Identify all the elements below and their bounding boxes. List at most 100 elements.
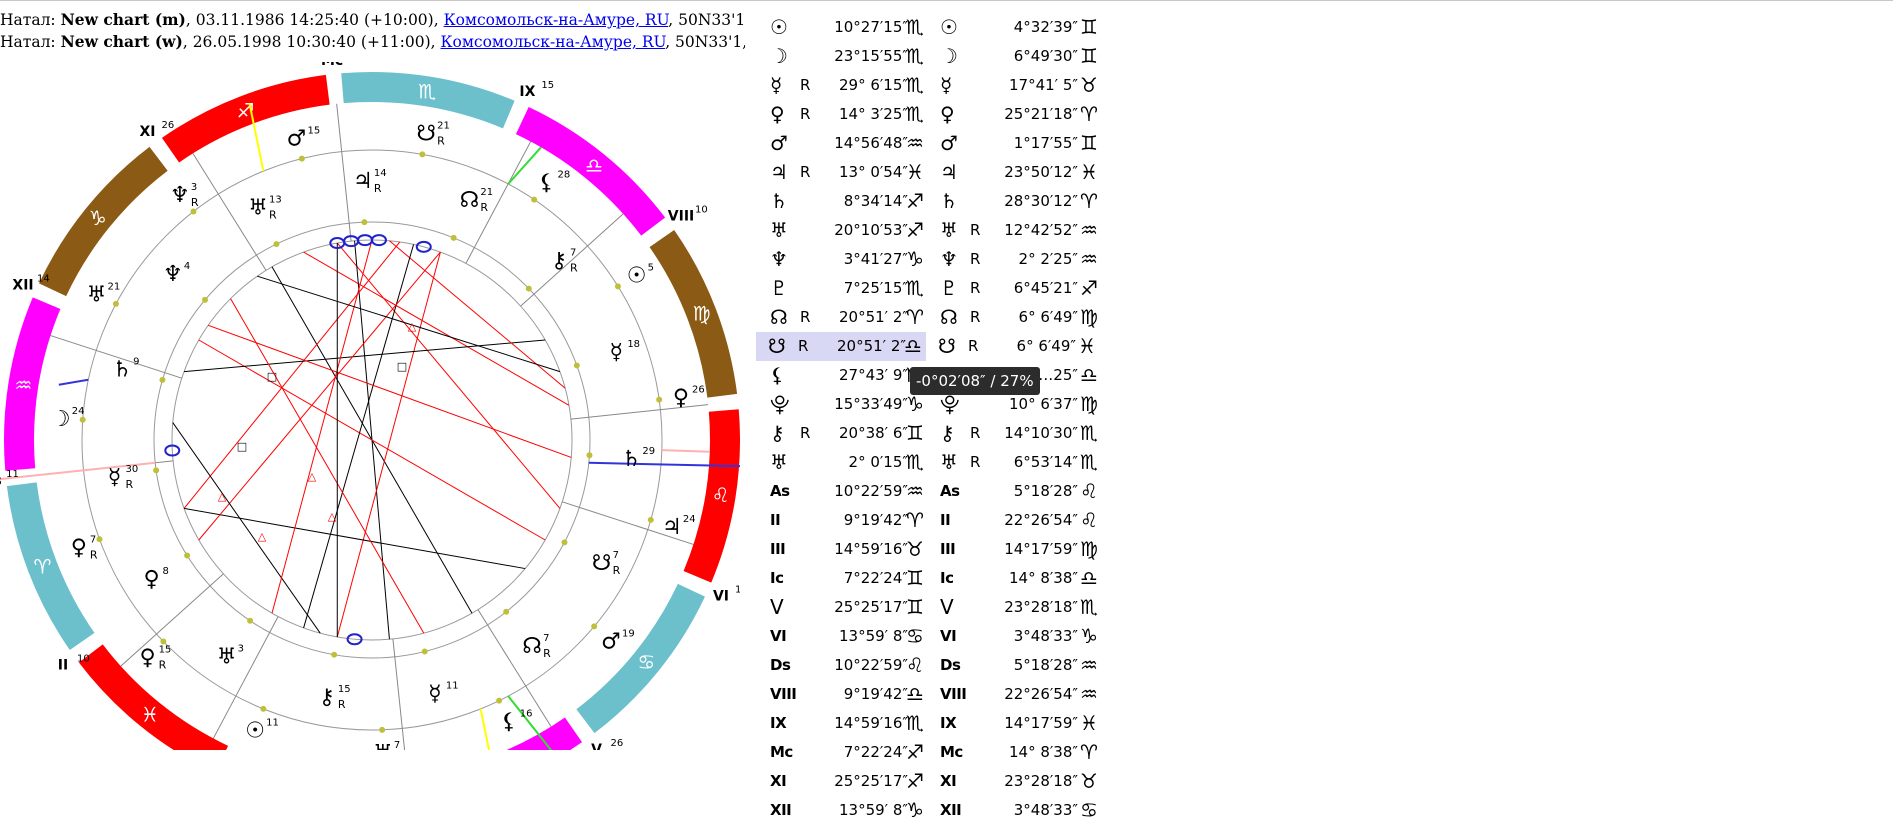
body-glyph: ☊: [940, 305, 958, 329]
table-row[interactable]: ♅ 2° 0′15″ ♏ ♅ R 6°53′14″ ♏: [758, 448, 1098, 477]
table-row[interactable]: VI 13°59′ 8″ ♋ VI 3°48′33″ ♑: [758, 622, 1098, 651]
table-row[interactable]: III 14°59′16″ ♉ III 14°17′59″ ♍: [758, 535, 1098, 564]
position-value: 25°25′17″: [834, 772, 908, 790]
position-value: 23°50′12″: [1004, 163, 1078, 181]
planet-marker: [656, 396, 663, 403]
position-value: 14° 3′25″: [839, 105, 908, 123]
table-row[interactable]: ♅ 20°10′53″ ♐ ♅ R 12°42′52″ ♒: [758, 216, 1098, 245]
position-value: 13° 0′54″: [839, 163, 908, 181]
header-prefix: Натал:: [0, 11, 61, 29]
sign-glyph: ♎: [1080, 363, 1098, 387]
sign-glyph: ♈: [1080, 102, 1098, 126]
synastry-chart-wheel[interactable]: ♒♑♐♏♎♍♌♋♊♈♓♈As11XII14XI26Mc8IX15VIII10Ds…: [0, 62, 740, 750]
body-glyph: ☽: [940, 44, 958, 68]
header-prefix: Натал:: [0, 33, 61, 51]
planet-glyph: ♅: [373, 741, 393, 750]
table-row[interactable]: ♄ 8°34′14″ ♐ ♄ 28°30′12″ ♈: [758, 187, 1098, 216]
planet-marker: [298, 155, 305, 162]
planet-glyph: ⚸: [538, 170, 554, 195]
table-row[interactable]: As 10°22′59″ ♒ As 5°18′28″ ♌: [758, 477, 1098, 506]
sign-glyph: ♓: [1078, 334, 1096, 358]
chart-name: New chart (m): [60, 10, 186, 29]
table-row[interactable]: VIII 9°19′42″ ♎ VIII 22°26′54″ ♒: [758, 680, 1098, 709]
sign-glyph: ♐: [906, 769, 924, 793]
position-value: 7°22′24″: [843, 569, 908, 587]
table-row[interactable]: ♃ R 13° 0′54″ ♓ ♃ 23°50′12″ ♓: [758, 158, 1098, 187]
planet-marker: [190, 208, 197, 215]
position-value: 14°59′16″: [834, 540, 908, 558]
aspect-line: [183, 241, 401, 509]
table-row[interactable]: Ic 7°22′24″ ♊ Ic 14° 8′38″ ♎: [758, 564, 1098, 593]
sign-glyph: ♊: [1080, 44, 1098, 68]
table-row[interactable]: XII 13°59′ 8″ ♑ XII 3°48′33″ ♋: [758, 796, 1098, 825]
table-row[interactable]: ☿ R 29° 6′15″ ♏ ☿ 17°41′ 5″ ♉: [758, 71, 1098, 100]
planet-degree: 19: [622, 629, 635, 640]
table-row[interactable]: ♀ R 14° 3′25″ ♏ ♀ 25°21′18″ ♈: [758, 100, 1098, 129]
place-link[interactable]: Комсомольск-на-Амуре, RU: [444, 11, 669, 29]
table-row[interactable]: IX 14°59′16″ ♏ IX 14°17′59″ ♓: [758, 709, 1098, 738]
planet-marker: [379, 726, 386, 733]
body-glyph: XII: [940, 801, 962, 819]
sign-glyph: ♏: [906, 44, 924, 68]
retrograde-flag: R: [800, 105, 811, 123]
table-row[interactable]: ☊ R 20°51′ 2″ ♈ ☊ R 6° 6′49″ ♍: [758, 303, 1098, 332]
table-row[interactable]: ⚷ R 20°38′ 6″ ♊ ⚷ R 14°10′30″ ♏: [758, 419, 1098, 448]
table-row[interactable]: ♆ 3°41′27″ ♑ ♆ R 2° 2′25″ ♒: [758, 245, 1098, 274]
table-row[interactable]: XI 25°25′17″ ♐ XI 23°28′18″ ♉: [758, 767, 1098, 796]
sign-glyph: ♊: [1080, 131, 1098, 155]
table-row[interactable]: Ds 10°22′59″ ♌ Ds 5°18′28″ ♒: [758, 651, 1098, 680]
zodiac-sign-glyph: ♓: [141, 702, 159, 726]
body-glyph: XI: [940, 772, 957, 790]
table-row[interactable]: ☋ R 20°51′ 2″ ♎ ☋ R 6° 6′49″ ♓: [756, 332, 1096, 361]
body-glyph: VI: [770, 627, 787, 645]
retrograde-flag: R: [613, 564, 621, 577]
table-row[interactable]: ♇ 7°25′15″ ♏ ♇ R 6°45′21″ ♐: [758, 274, 1098, 303]
position-value: 13°59′ 8″: [839, 801, 908, 819]
planet-degree: 24: [683, 514, 696, 525]
sign-glyph: ♑: [1080, 624, 1098, 648]
body-glyph: ☽: [770, 44, 788, 68]
body-glyph: ♅: [770, 450, 788, 474]
sign-glyph: ♒: [1080, 247, 1098, 271]
table-row[interactable]: ☽ 23°15′55″ ♏ ☽ 6°49′30″ ♊: [758, 42, 1098, 71]
planet-degree: 7: [613, 550, 619, 561]
aspect-symbol: △: [408, 320, 417, 333]
position-value: 22°26′54″: [1004, 685, 1078, 703]
sign-glyph: ♉: [1080, 73, 1098, 97]
sign-glyph: ♍: [1080, 392, 1098, 416]
house-degree: 10: [695, 204, 708, 215]
house-label: V: [591, 742, 602, 750]
retrograde-flag: R: [800, 76, 811, 94]
sign-glyph: ♈: [1080, 740, 1098, 764]
planet-degree: 28: [557, 169, 570, 180]
place-link[interactable]: Комсомольск-на-Амуре, RU: [441, 33, 666, 51]
table-row[interactable]: ☉ 10°27′15″ ♏ ☉ 4°32′39″ ♊: [758, 13, 1098, 42]
house-degree: 26: [611, 738, 624, 749]
planet-glyph: ⚷: [551, 248, 567, 273]
position-value: 29° 6′15″: [839, 76, 908, 94]
body-glyph: XII: [770, 801, 792, 819]
zodiac-sign-glyph: ♎: [585, 154, 603, 178]
table-row[interactable]: ♂ 14°56′48″ ♒ ♂ 1°17′55″ ♊: [758, 129, 1098, 158]
planet-marker: [260, 705, 267, 712]
body-glyph: ♇: [940, 276, 958, 300]
table-row[interactable]: II 9°19′42″ ♈ II 22°26′54″ ♌: [758, 506, 1098, 535]
aspect-symbol: △: [328, 510, 337, 523]
planet-glyph: ♀: [71, 536, 87, 561]
planet-marker: [496, 697, 503, 704]
position-value: 14° 8′38″: [1009, 743, 1078, 761]
house-label: IX: [519, 84, 535, 100]
chart-details: , 03.11.1986 14:25:40 (+10:00),: [185, 11, 444, 29]
sign-glyph: ♏: [1080, 595, 1098, 619]
table-row[interactable]: Mc 7°22′24″ ♐ Mc 14° 8′38″ ♈: [758, 738, 1098, 767]
planet-degree: 7: [570, 247, 576, 258]
body-glyph: ♆: [940, 247, 958, 271]
retrograde-flag: R: [800, 424, 811, 442]
aspect-line: [336, 251, 441, 638]
planet-glyph: ♀: [673, 386, 689, 411]
position-value: 17°41′ 5″: [1009, 76, 1078, 94]
chart-details: , 26.05.1998 10:30:40 (+11:00),: [182, 33, 441, 51]
sign-glyph: ♏: [906, 711, 924, 735]
table-row[interactable]: V 25°25′17″ ♊ V 23°28′18″ ♏: [758, 593, 1098, 622]
planet-glyph: ♆: [163, 262, 183, 287]
